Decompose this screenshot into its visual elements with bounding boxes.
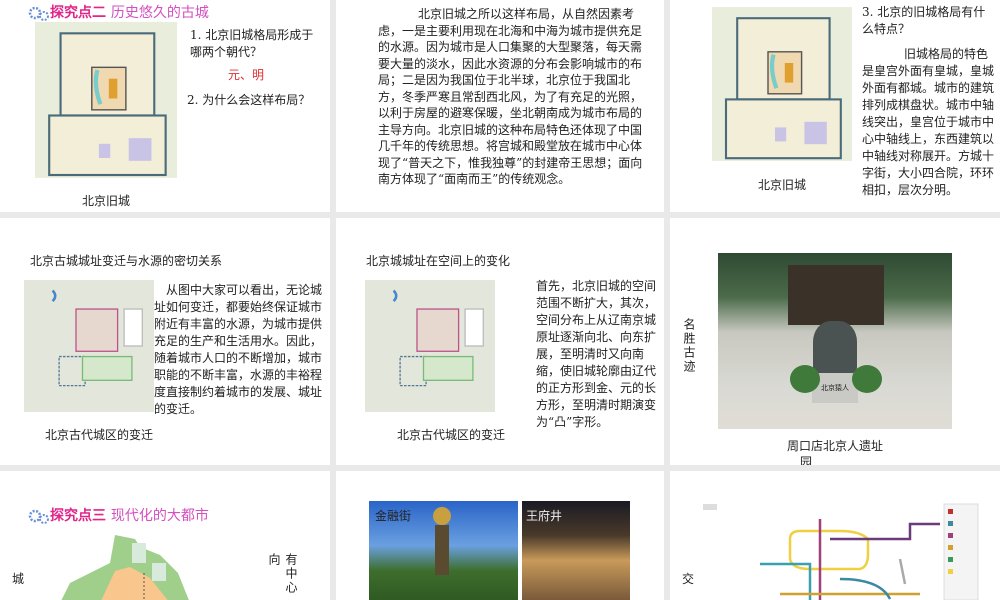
city-change-map xyxy=(24,280,154,412)
explanation-text: 北京旧城之所以这样布局，从自然因素考虑，一是主要利用现在北海和中海为城市提供充足… xyxy=(378,7,643,186)
gears-icon xyxy=(28,6,50,21)
photo-caption-line2: 园 xyxy=(800,455,813,465)
slide-5[interactable]: 北京城城址在空间上的变化 首先，北京旧城的空间范围不断扩大，其次，空间分布上从辽… xyxy=(336,218,664,465)
slide-3[interactable]: 北京旧城 3. 北京的旧城格局有什么特点？ 旧城格局的特色是皇宫外面有皇城，皇城… xyxy=(670,0,1000,212)
water-source-text: 从图中大家可以看出，无论城址如何变迁，都要始终保证城市附近有丰富的水源，为城市提… xyxy=(154,283,323,416)
question-3: 3. 北京的旧城格局有什么特点？ xyxy=(862,5,986,36)
slide-9[interactable]: 交 xyxy=(670,471,1000,600)
slide-heading: 北京古城城址变迁与水源的密切关系 xyxy=(30,254,223,268)
slide-title: 探究点三 现代化的大都市 xyxy=(28,505,209,525)
map-caption: 北京旧城 xyxy=(81,194,130,208)
financial-street-photo: 金融街 xyxy=(369,501,518,600)
features-text: 旧城格局的特色是皇宫外面有皇城，皇城外面有都城。城市的建筑排列成棋盘状。城市中轴… xyxy=(862,47,995,197)
photo-caption: 周口店北京人遗址 xyxy=(786,439,883,453)
gears-icon xyxy=(28,509,50,524)
answer: 元、明 xyxy=(228,68,265,82)
slide-1[interactable]: 探究点二 历史悠久的古城 北京旧城 1. 北京旧城格局形成于哪两个朝代？ 元、明… xyxy=(0,0,330,212)
map-caption: 北京旧城 xyxy=(757,178,806,192)
question-2: 2. 为什么会这样布局？ xyxy=(187,93,311,107)
slide-7[interactable]: 探究点三 现代化的大都市 城 有中心向 xyxy=(0,471,330,600)
spatial-change-text: 首先，北京旧城的空间范围不断扩大，其次，空间分布上从辽南京城原址逐渐向北、向东扩… xyxy=(536,279,657,429)
slide-4[interactable]: 北京古城城址变迁与水源的密切关系 从图中大家可以看出，无论城址如何变迁，都要始终… xyxy=(0,218,330,465)
beijing-old-city-map xyxy=(712,7,852,175)
slide-6[interactable]: 名胜古迹 北京猿人 周口店北京人遗址 园 xyxy=(670,218,1000,465)
map-caption: 北京古代城区的变迁 xyxy=(44,428,153,442)
slide-2[interactable]: 北京旧城之所以这样布局，从自然因素考虑，一是主要利用现在北海和中海为城市提供充足… xyxy=(336,0,664,212)
side-label-right: 有中心向 xyxy=(267,553,298,595)
slide-heading: 北京城城址在空间上的变化 xyxy=(366,254,511,268)
slide-8[interactable]: 金融街 王府井 xyxy=(336,471,664,600)
side-label: 城 xyxy=(12,572,25,586)
wangfujing-photo: 王府井 xyxy=(522,501,630,600)
city-change-map xyxy=(365,280,495,412)
question-1: 1. 北京旧城格局形成于哪两个朝代？ xyxy=(190,28,314,59)
beijing-district-map xyxy=(61,535,189,600)
photo-label: 金融街 xyxy=(375,509,412,523)
side-label: 交 xyxy=(682,572,695,586)
beijing-old-city-map xyxy=(35,22,177,192)
side-label: 名胜古迹 xyxy=(682,318,696,374)
photo-label: 王府井 xyxy=(526,509,563,523)
map-caption: 北京古代城区的变迁 xyxy=(396,428,505,442)
subway-map xyxy=(703,503,979,600)
peking-man-museum-photo: 北京猿人 xyxy=(718,253,952,429)
slide-title: 探究点二 历史悠久的古城 xyxy=(28,2,209,22)
